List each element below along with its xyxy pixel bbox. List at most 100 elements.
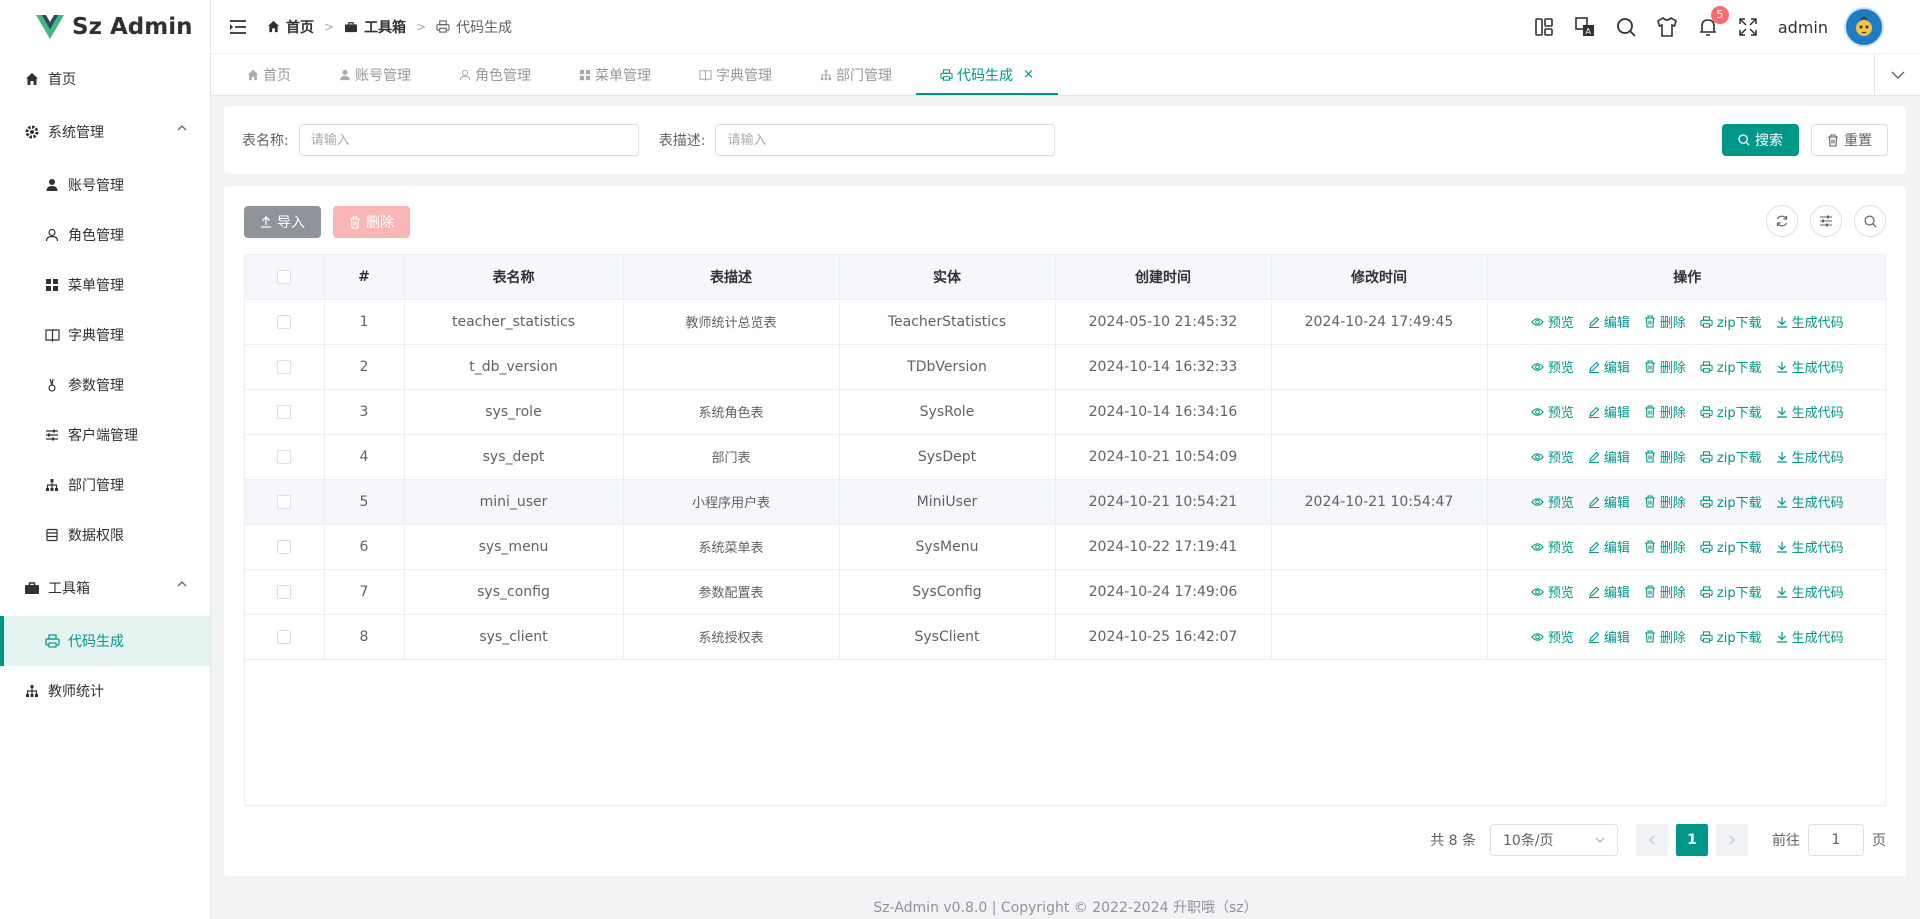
sidebar-group-system[interactable]: 系统管理 xyxy=(0,104,210,160)
delete-button[interactable]: 删除 xyxy=(333,206,410,238)
row-checkbox[interactable] xyxy=(277,494,292,509)
select-all-checkbox[interactable] xyxy=(277,269,292,284)
edit-button[interactable]: 编辑 xyxy=(1588,627,1630,646)
goto-page-input[interactable] xyxy=(1808,824,1864,856)
page-size-select[interactable]: 10条/页 xyxy=(1490,824,1618,856)
theme-shirt-icon[interactable] xyxy=(1656,17,1678,37)
sidebar-item-client[interactable]: 客户端管理 xyxy=(0,410,210,460)
tab-dept[interactable]: 部门管理 xyxy=(796,54,916,95)
sidebar-item-dept[interactable]: 部门管理 xyxy=(0,460,210,510)
edit-button[interactable]: 编辑 xyxy=(1588,537,1630,556)
generate-code-button[interactable]: 生成代码 xyxy=(1776,357,1844,376)
close-icon[interactable]: × xyxy=(1023,67,1034,82)
preview-button[interactable]: 预览 xyxy=(1531,582,1574,601)
preview-button[interactable]: 预览 xyxy=(1531,312,1574,331)
sidebar-item-home[interactable]: 首页 xyxy=(0,54,210,104)
generate-code-button[interactable]: 生成代码 xyxy=(1776,492,1844,511)
table-row[interactable]: 1 teacher_statistics 教师统计总览表 TeacherStatist… xyxy=(245,299,1887,345)
search-button[interactable]: 搜索 xyxy=(1722,124,1799,156)
generate-code-button[interactable]: 生成代码 xyxy=(1776,312,1844,331)
delete-row-button[interactable]: 删除 xyxy=(1644,627,1686,646)
zip-download-button[interactable]: zip下载 xyxy=(1700,402,1762,421)
translate-icon[interactable]: A xyxy=(1574,16,1596,38)
tab-home[interactable]: 首页 xyxy=(223,54,315,95)
edit-button[interactable]: 编辑 xyxy=(1588,357,1630,376)
tab-dict[interactable]: 字典管理 xyxy=(675,54,796,95)
table-row[interactable]: 8 sys_client 系统授权表 SysClient 2024-10-25 16:4… xyxy=(245,614,1887,660)
preview-button[interactable]: 预览 xyxy=(1531,357,1574,376)
avatar[interactable] xyxy=(1844,7,1884,47)
sidebar-item-data-perm[interactable]: 数据权限 xyxy=(0,510,210,560)
zip-download-button[interactable]: zip下载 xyxy=(1700,537,1762,556)
table-row[interactable]: 7 sys_config 参数配置表 SysConfig 2024-10-24 17:4… xyxy=(245,569,1887,615)
tab-role[interactable]: 角色管理 xyxy=(435,54,555,95)
reset-button[interactable]: 重置 xyxy=(1811,124,1888,156)
tabs-more-dropdown[interactable] xyxy=(1874,54,1920,96)
row-checkbox[interactable] xyxy=(277,629,292,644)
search-icon[interactable] xyxy=(1616,17,1636,37)
edit-button[interactable]: 编辑 xyxy=(1588,582,1630,601)
bell-icon[interactable]: 5 xyxy=(1698,6,1729,37)
preview-button[interactable]: 预览 xyxy=(1531,402,1574,421)
delete-row-button[interactable]: 删除 xyxy=(1644,357,1686,376)
sidebar-item-teacher-stats[interactable]: 教师统计 xyxy=(0,666,210,716)
generate-code-button[interactable]: 生成代码 xyxy=(1776,537,1844,556)
generate-code-button[interactable]: 生成代码 xyxy=(1776,402,1844,421)
preview-button[interactable]: 预览 xyxy=(1531,627,1574,646)
delete-row-button[interactable]: 删除 xyxy=(1644,402,1686,421)
collapse-menu-icon[interactable] xyxy=(229,19,247,35)
row-checkbox[interactable] xyxy=(277,584,292,599)
zip-download-button[interactable]: zip下载 xyxy=(1700,627,1762,646)
generate-code-button[interactable]: 生成代码 xyxy=(1776,627,1844,646)
edit-button[interactable]: 编辑 xyxy=(1588,447,1630,466)
tab-menu[interactable]: 菜单管理 xyxy=(555,54,675,95)
preview-button[interactable]: 预览 xyxy=(1531,537,1574,556)
edit-button[interactable]: 编辑 xyxy=(1588,492,1630,511)
sidebar-item-role[interactable]: 角色管理 xyxy=(0,210,210,260)
sidebar-item-codegen[interactable]: 代码生成 xyxy=(0,616,210,666)
sidebar-item-dict[interactable]: 字典管理 xyxy=(0,310,210,360)
sidebar-item-account[interactable]: 账号管理 xyxy=(0,160,210,210)
sidebar-item-param[interactable]: 参数管理 xyxy=(0,360,210,410)
row-checkbox[interactable] xyxy=(277,539,292,554)
column-settings-button[interactable] xyxy=(1810,205,1842,237)
sidebar-item-menu[interactable]: 菜单管理 xyxy=(0,260,210,310)
edit-button[interactable]: 编辑 xyxy=(1588,402,1630,421)
breadcrumb-home[interactable]: 首页 xyxy=(267,17,314,37)
app-logo[interactable]: Sz Admin xyxy=(0,0,210,54)
generate-code-button[interactable]: 生成代码 xyxy=(1776,447,1844,466)
zip-download-button[interactable]: zip下载 xyxy=(1700,357,1762,376)
username[interactable]: admin xyxy=(1778,18,1828,37)
delete-row-button[interactable]: 删除 xyxy=(1644,447,1686,466)
delete-row-button[interactable]: 删除 xyxy=(1644,582,1686,601)
preview-button[interactable]: 预览 xyxy=(1531,492,1574,511)
zip-download-button[interactable]: zip下载 xyxy=(1700,447,1762,466)
refresh-button[interactable] xyxy=(1766,205,1798,237)
edit-button[interactable]: 编辑 xyxy=(1588,312,1630,331)
breadcrumb-toolbox[interactable]: 工具箱 xyxy=(344,17,406,37)
tab-account[interactable]: 账号管理 xyxy=(315,54,435,95)
page-number-current[interactable]: 1 xyxy=(1676,824,1708,856)
prev-page-button[interactable] xyxy=(1636,824,1668,856)
toggle-search-button[interactable] xyxy=(1854,205,1886,237)
tab-codegen[interactable]: 代码生成 × xyxy=(916,54,1058,95)
zip-download-button[interactable]: zip下载 xyxy=(1700,312,1762,331)
row-checkbox[interactable] xyxy=(277,449,292,464)
zip-download-button[interactable]: zip下载 xyxy=(1700,582,1762,601)
table-row[interactable]: 4 sys_dept 部门表 SysDept 2024-10-21 10:54:09 预览… xyxy=(245,434,1887,480)
table-row[interactable]: 5 mini_user 小程序用户表 MiniUser 2024-10-21 10:54… xyxy=(245,479,1887,525)
table-row[interactable]: 6 sys_menu 系统菜单表 SysMenu 2024-10-22 17:19:41… xyxy=(245,524,1887,570)
row-checkbox[interactable] xyxy=(277,314,292,329)
delete-row-button[interactable]: 删除 xyxy=(1644,492,1686,511)
layout-icon[interactable] xyxy=(1534,17,1554,37)
sidebar-group-toolbox[interactable]: 工具箱 xyxy=(0,560,210,616)
next-page-button[interactable] xyxy=(1716,824,1748,856)
generate-code-button[interactable]: 生成代码 xyxy=(1776,582,1844,601)
fullscreen-icon[interactable] xyxy=(1738,17,1758,37)
row-checkbox[interactable] xyxy=(277,359,292,374)
table-row[interactable]: 2 t_db_version TDbVersion 2024-10-14 16:32:… xyxy=(245,344,1887,390)
zip-download-button[interactable]: zip下载 xyxy=(1700,492,1762,511)
delete-row-button[interactable]: 删除 xyxy=(1644,312,1686,331)
table-desc-input[interactable] xyxy=(715,124,1056,156)
preview-button[interactable]: 预览 xyxy=(1531,447,1574,466)
